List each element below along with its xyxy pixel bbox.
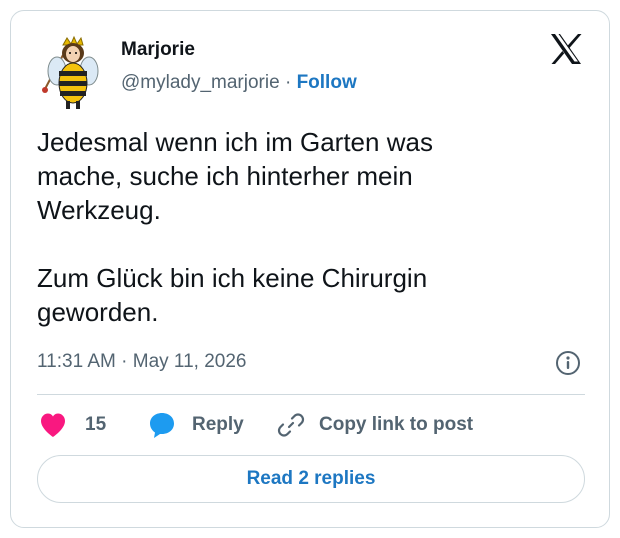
heart-icon: [41, 413, 65, 437]
tweet-text: Jedesmal wenn ich im Garten was mache, s…: [37, 127, 433, 327]
tweet-timestamp[interactable]: 11:31 AM · May 11, 2026: [37, 350, 246, 374]
avatar[interactable]: [37, 35, 107, 111]
separator-dot: ·: [284, 72, 292, 93]
reply-button[interactable]: Reply: [148, 409, 244, 441]
copy-link-label: Copy link to post: [319, 414, 474, 435]
info-icon[interactable]: [555, 350, 581, 376]
author-handle-row: @mylady_marjorie · Follow: [121, 71, 357, 95]
tweet-card: Marjorie @mylady_marjorie · Follow Jedes…: [10, 10, 610, 528]
reply-label: Reply: [192, 414, 244, 435]
bee-avatar-image: [42, 35, 99, 109]
link-icon: [277, 413, 305, 437]
x-logo-icon[interactable]: [549, 33, 583, 65]
like-count: 15: [85, 414, 107, 435]
divider: [37, 394, 585, 395]
like-button[interactable]: 15: [39, 409, 106, 441]
read-replies-button[interactable]: Read 2 replies: [37, 455, 585, 503]
author-handle[interactable]: @mylady_marjorie: [121, 72, 280, 93]
follow-link[interactable]: Follow: [297, 72, 357, 93]
author-name[interactable]: Marjorie: [121, 38, 195, 62]
speech-bubble-icon: [150, 413, 174, 438]
copy-link-button[interactable]: Copy link to post: [277, 409, 473, 441]
